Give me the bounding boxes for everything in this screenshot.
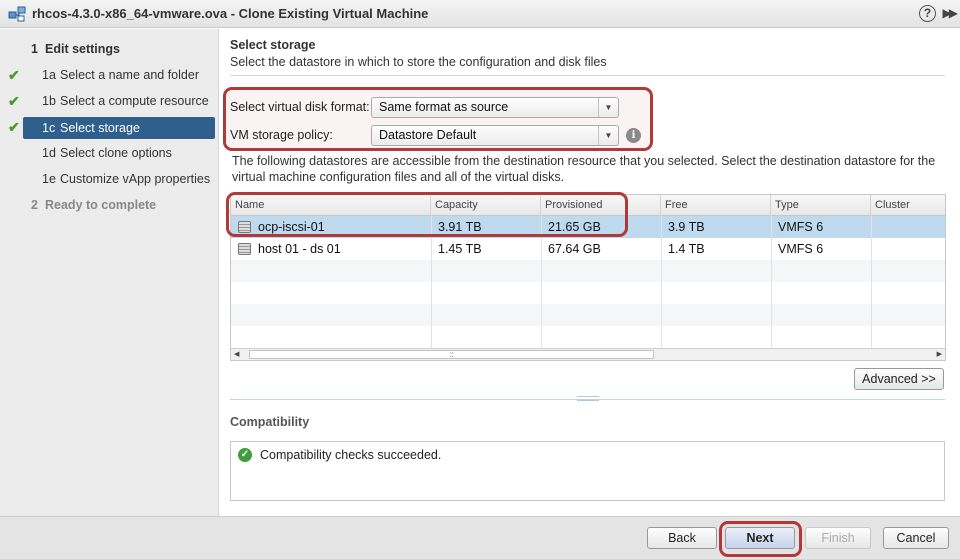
cancel-button[interactable]: Cancel bbox=[883, 527, 949, 549]
info-icon[interactable]: i bbox=[626, 127, 641, 143]
column-divider bbox=[871, 216, 872, 348]
back-button[interactable]: Back bbox=[647, 527, 717, 549]
cell-type: VMFS 6 bbox=[778, 242, 824, 256]
nav-step-label: Ready to complete bbox=[45, 198, 157, 212]
datastore-icon bbox=[238, 243, 251, 255]
empty-row bbox=[231, 304, 945, 326]
cell-provisioned: 67.64 GB bbox=[548, 242, 601, 256]
chevron-down-icon[interactable]: ▼ bbox=[598, 97, 618, 117]
cell-capacity: 1.45 TB bbox=[438, 242, 482, 256]
nav-step-label: Customize vApp properties bbox=[60, 172, 211, 186]
expand-icon[interactable]: ▶▶ bbox=[943, 6, 959, 20]
nav-step-number: 2 bbox=[31, 198, 38, 212]
cell-type: VMFS 6 bbox=[778, 220, 824, 234]
cell-free: 1.4 TB bbox=[668, 242, 705, 256]
help-icon[interactable]: ? bbox=[919, 5, 936, 22]
column-divider bbox=[771, 216, 772, 348]
disk-format-label: Select virtual disk format: bbox=[230, 100, 370, 114]
nav-step-number: 1b bbox=[42, 94, 56, 108]
window-title: rhcos-4.3.0-x86_64-vmware.ova - Clone Ex… bbox=[32, 6, 429, 21]
check-icon: ✔ bbox=[8, 119, 20, 135]
nav-step-label: Select a name and folder bbox=[60, 68, 199, 82]
nav-step-label: Select storage bbox=[60, 121, 140, 135]
column-header-type[interactable]: Type bbox=[771, 195, 871, 216]
empty-row bbox=[231, 260, 945, 282]
nav-step-customize-vapp[interactable]: 1e Customize vApp properties bbox=[0, 168, 219, 190]
storage-policy-label: VM storage policy: bbox=[230, 128, 333, 142]
wizard-footer: Back Next Finish Cancel bbox=[0, 516, 960, 559]
nav-step-number: 1 bbox=[31, 42, 38, 56]
divider bbox=[230, 75, 945, 76]
nav-step-number: 1a bbox=[42, 68, 56, 82]
scroll-left-icon[interactable]: ◀ bbox=[234, 349, 239, 360]
cell-free: 3.9 TB bbox=[668, 220, 705, 234]
disk-format-row: Select virtual disk format: Same format … bbox=[230, 96, 619, 118]
scrollbar-thumb[interactable]: :: bbox=[249, 350, 654, 359]
storage-policy-value: Datastore Default bbox=[379, 127, 477, 142]
nav-step-select-storage[interactable]: 1c Select storage bbox=[23, 117, 215, 139]
check-icon: ✔ bbox=[8, 93, 20, 109]
nav-step-edit-settings[interactable]: 1 Edit settings bbox=[0, 38, 219, 60]
nav-step-number: 1d bbox=[42, 146, 56, 160]
nav-step-number: 1c bbox=[42, 121, 56, 135]
page-title: Select storage bbox=[230, 38, 316, 52]
cell-name: host 01 - ds 01 bbox=[231, 238, 431, 260]
wizard-steps-nav: 1 Edit settings ✔ 1a Select a name and f… bbox=[0, 29, 219, 516]
empty-row bbox=[231, 282, 945, 304]
title-bar: rhcos-4.3.0-x86_64-vmware.ova - Clone Ex… bbox=[0, 0, 960, 28]
horizontal-scrollbar[interactable]: ◀ :: ▶ bbox=[231, 348, 945, 360]
nav-step-ready-to-complete: 2 Ready to complete bbox=[0, 194, 219, 216]
compatibility-title: Compatibility bbox=[230, 415, 310, 429]
nav-step-number: 1e bbox=[42, 172, 56, 186]
nav-step-select-name-folder[interactable]: ✔ 1a Select a name and folder bbox=[0, 64, 219, 86]
datastore-name: host 01 - ds 01 bbox=[258, 242, 341, 256]
page-description: Select the datastore in which to store t… bbox=[230, 55, 607, 69]
datastores-description: The following datastores are accessible … bbox=[232, 154, 936, 184]
annotation-highlight-selected-datastore bbox=[226, 192, 628, 237]
column-divider bbox=[661, 216, 662, 348]
table-row[interactable]: host 01 - ds 01 1.45 TB 67.64 GB 1.4 TB … bbox=[231, 238, 945, 260]
compatibility-panel: ✓ Compatibility checks succeeded. bbox=[230, 441, 945, 501]
nav-step-select-clone-options[interactable]: 1d Select clone options bbox=[0, 142, 219, 164]
scroll-right-icon[interactable]: ▶ bbox=[937, 349, 942, 360]
nav-step-select-compute-resource[interactable]: ✔ 1b Select a compute resource bbox=[0, 90, 219, 112]
next-button[interactable]: Next bbox=[725, 527, 795, 549]
compatibility-message: Compatibility checks succeeded. bbox=[260, 448, 442, 462]
storage-policy-select[interactable]: Datastore Default ▼ bbox=[371, 124, 619, 146]
check-icon: ✔ bbox=[8, 67, 20, 83]
cell-cluster bbox=[871, 216, 878, 238]
cell-cluster bbox=[871, 238, 878, 260]
nav-step-label: Select clone options bbox=[60, 146, 172, 160]
success-check-icon: ✓ bbox=[238, 448, 252, 462]
nav-step-label: Edit settings bbox=[45, 42, 121, 56]
empty-row bbox=[231, 326, 945, 348]
chevron-down-icon[interactable]: ▼ bbox=[598, 125, 618, 145]
column-header-free[interactable]: Free bbox=[661, 195, 771, 216]
disk-format-select[interactable]: Same format as source ▼ bbox=[371, 96, 619, 118]
vm-clone-icon bbox=[8, 5, 26, 23]
nav-step-label: Select a compute resource bbox=[60, 94, 209, 108]
main-panel: Select storage Select the datastore in w… bbox=[220, 29, 960, 516]
finish-button: Finish bbox=[805, 527, 871, 549]
disk-format-value: Same format as source bbox=[379, 99, 509, 114]
storage-policy-row: VM storage policy: Datastore Default ▼ i bbox=[230, 124, 641, 146]
advanced-button[interactable]: Advanced >> bbox=[854, 368, 944, 390]
column-header-cluster[interactable]: Cluster bbox=[871, 195, 945, 216]
splitter-grip[interactable] bbox=[577, 396, 599, 401]
